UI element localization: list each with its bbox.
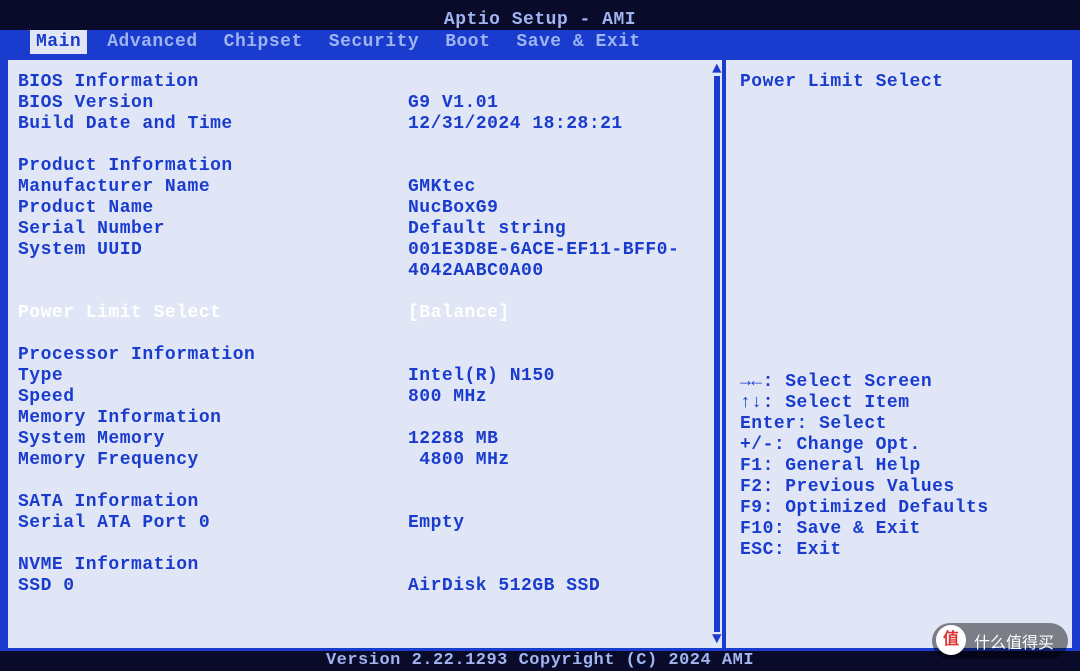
help-key-esc: ESC: Exit xyxy=(740,540,1058,561)
work-area: BIOS Information BIOS VersionG9 V1.01 Bu… xyxy=(0,54,1080,654)
help-key-f9: F9: Optimized Defaults xyxy=(740,498,1058,519)
help-key-enter: Enter: Select xyxy=(740,414,1058,435)
title: Aptio Setup - AMI xyxy=(444,10,636,30)
sys-mem-value: 12288 MB xyxy=(408,429,712,450)
bios-version-value: G9 V1.01 xyxy=(408,93,712,114)
bios-info-header: BIOS Information xyxy=(18,72,712,93)
help-key-select-item: ↑↓: Select Item xyxy=(740,393,1058,414)
product-name-row: Product NameNucBoxG9 xyxy=(18,198,712,219)
nvme-info-header: NVME Information xyxy=(18,555,712,576)
uuid-value-1: 001E3D8E-6ACE-EF11-BFF0- xyxy=(408,240,712,261)
blank xyxy=(18,534,712,555)
scroll-down-icon[interactable]: ▼ xyxy=(712,632,722,646)
help-key-f1: F1: General Help xyxy=(740,456,1058,477)
tab-boot[interactable]: Boot xyxy=(439,30,496,54)
ssd0-row: SSD 0AirDisk 512GB SSD xyxy=(18,576,712,597)
help-panel: Power Limit Select →←: Select Screen ↑↓:… xyxy=(724,58,1074,650)
sata-info-header: SATA Information xyxy=(18,492,712,513)
build-date-value: 12/31/2024 18:28:21 xyxy=(408,114,712,135)
sata-port0-value: Empty xyxy=(408,513,712,534)
bios-setup-screen: Aptio Setup - AMI Main Advanced Chipset … xyxy=(0,0,1080,671)
product-name-value: NucBoxG9 xyxy=(408,198,712,219)
memory-info-header: Memory Information xyxy=(18,408,712,429)
processor-info-header: Processor Information xyxy=(18,345,712,366)
ssd0-value: AirDisk 512GB SSD xyxy=(408,576,712,597)
tab-save-exit[interactable]: Save & Exit xyxy=(510,30,646,54)
uuid-value-2: 4042AABC0A00 xyxy=(408,261,712,282)
sys-mem-row: System Memory12288 MB xyxy=(18,429,712,450)
cpu-speed-row: Speed800 MHz xyxy=(18,387,712,408)
scrollbar[interactable]: ▲ ▼ xyxy=(708,62,726,646)
blank xyxy=(18,135,712,156)
manufacturer-value: GMKtec xyxy=(408,177,712,198)
blank xyxy=(18,471,712,492)
scroll-up-icon[interactable]: ▲ xyxy=(712,62,722,76)
cpu-type-row: TypeIntel(R) N150 xyxy=(18,366,712,387)
cpu-speed-value: 800 MHz xyxy=(408,387,712,408)
bios-version-row: BIOS VersionG9 V1.01 xyxy=(18,93,712,114)
watermark-text: 什么值得买 xyxy=(974,635,1054,652)
tab-main[interactable]: Main xyxy=(30,30,87,54)
build-date-row: Build Date and Time12/31/2024 18:28:21 xyxy=(18,114,712,135)
blank xyxy=(18,282,712,303)
tab-chipset[interactable]: Chipset xyxy=(218,30,309,54)
mem-freq-row: Memory Frequency 4800 MHz xyxy=(18,450,712,471)
blank xyxy=(18,324,712,345)
tab-security[interactable]: Security xyxy=(323,30,425,54)
help-key-f2: F2: Previous Values xyxy=(740,477,1058,498)
help-key-change-opt: +/-: Change Opt. xyxy=(740,435,1058,456)
power-limit-value: [Balance] xyxy=(408,303,712,324)
manufacturer-row: Manufacturer NameGMKtec xyxy=(18,177,712,198)
serial-row: Serial NumberDefault string xyxy=(18,219,712,240)
watermark: 什么值得买 xyxy=(932,623,1068,659)
cpu-type-value: Intel(R) N150 xyxy=(408,366,712,387)
footer-text: Version 2.22.1293 Copyright (C) 2024 AMI xyxy=(326,651,754,670)
tab-row: Main Advanced Chipset Security Boot Save… xyxy=(0,30,1080,54)
main-panel: BIOS Information BIOS VersionG9 V1.01 Bu… xyxy=(6,58,724,650)
tab-advanced[interactable]: Advanced xyxy=(101,30,203,54)
serial-value: Default string xyxy=(408,219,712,240)
uuid-row: System UUID001E3D8E-6ACE-EF11-BFF0- xyxy=(18,240,712,261)
product-info-header: Product Information xyxy=(18,156,712,177)
help-key-f10: F10: Save & Exit xyxy=(740,519,1058,540)
uuid-row-2: 4042AABC0A00 xyxy=(18,261,712,282)
help-title: Power Limit Select xyxy=(740,72,1058,92)
footer: Version 2.22.1293 Copyright (C) 2024 AMI xyxy=(0,651,1080,671)
power-limit-select-row[interactable]: Power Limit Select[Balance] xyxy=(18,303,712,324)
help-key-select-screen: →←: Select Screen xyxy=(740,372,1058,393)
titlebar: Aptio Setup - AMI xyxy=(0,0,1080,30)
scrollbar-track[interactable] xyxy=(714,76,720,632)
sata-port0-row: Serial ATA Port 0Empty xyxy=(18,513,712,534)
help-keys: →←: Select Screen ↑↓: Select Item Enter:… xyxy=(740,372,1058,561)
mem-freq-value: 4800 MHz xyxy=(408,450,712,471)
